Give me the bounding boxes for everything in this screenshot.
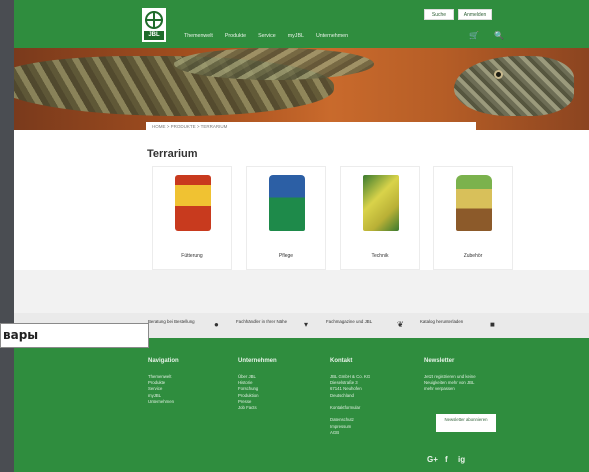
- service-item-catalog[interactable]: Katalog herunterladen: [420, 319, 480, 325]
- product-image-food-tin: [175, 175, 211, 231]
- product-image-care-bottle: [269, 175, 305, 231]
- chat-icon: ●: [214, 320, 219, 329]
- jbl-logo[interactable]: JBL: [142, 8, 166, 42]
- footer-link[interactable]: Unternehmen: [148, 399, 179, 405]
- util-search-button[interactable]: Suche: [424, 9, 454, 20]
- leaf-icon: ❦: [397, 320, 404, 329]
- overlay-label: вары: [0, 323, 149, 348]
- category-label: Pflege: [278, 253, 294, 259]
- footer-heading: Kontakt: [330, 358, 353, 364]
- site-header: JBL Suche Anmelden Themenwelt Produkte S…: [14, 0, 589, 48]
- category-card-accessories[interactable]: Zubehör: [433, 166, 513, 270]
- logo-emblem-icon: [145, 11, 163, 29]
- category-label: Technik: [371, 253, 389, 259]
- instagram-icon[interactable]: ig: [458, 455, 465, 464]
- hero-banner: [14, 48, 589, 130]
- browser-screen: JBL Suche Anmelden Themenwelt Produkte S…: [14, 0, 589, 472]
- newsletter-text: mehr verpassen: [424, 386, 455, 392]
- page-title: Terrarium: [147, 148, 198, 160]
- footer-heading: Newsletter: [424, 358, 455, 364]
- nav-item-myjbl[interactable]: myJBL: [288, 33, 304, 39]
- googleplus-icon[interactable]: G+: [427, 455, 438, 464]
- main-nav: Themenwelt Produkte Service myJBL Untern…: [184, 33, 348, 39]
- footer-col-contact: Kontakt JBL GmbH & Co. KG Dieselstraße 3…: [330, 358, 370, 436]
- footer-col-company: Unternehmen Über JBL Historie Forschung …: [238, 358, 277, 411]
- breadcrumb[interactable]: HOME > PRODUKTE > TERRARIUM: [146, 122, 476, 132]
- footer-link[interactable]: AGB: [330, 430, 370, 436]
- footer-col-newsletter: Newsletter Jetzt registrieren und keine …: [424, 358, 476, 393]
- nav-item-unternehmen[interactable]: Unternehmen: [316, 33, 348, 39]
- product-image-substrate-bag: [456, 175, 492, 231]
- content-spacer: [14, 270, 589, 313]
- search-icon[interactable]: 🔍: [494, 31, 504, 40]
- category-label: Zubehör: [463, 253, 483, 259]
- category-card-care[interactable]: Pflege: [246, 166, 326, 270]
- category-card-technology[interactable]: Technik: [340, 166, 420, 270]
- nav-item-service[interactable]: Service: [258, 33, 276, 39]
- footer-col-navigation: Navigation Themenwelt Produkte Service m…: [148, 358, 179, 405]
- footer-heading: Unternehmen: [238, 358, 277, 364]
- location-icon: ▾: [304, 320, 309, 329]
- facebook-icon[interactable]: f: [445, 455, 448, 464]
- category-label: Fütterung: [181, 253, 203, 259]
- hero-lizard-eye: [494, 70, 503, 79]
- product-image-tech-box: [363, 175, 399, 231]
- nav-item-themenwelt[interactable]: Themenwelt: [184, 33, 213, 39]
- cart-icon[interactable]: 🛒: [469, 31, 479, 40]
- service-item-magazine[interactable]: Fachmagazine und JBL: [326, 319, 386, 325]
- footer-link[interactable]: Job Facts: [238, 405, 277, 411]
- footer-heading: Navigation: [148, 358, 179, 364]
- util-login-button[interactable]: Anmelden: [458, 9, 492, 20]
- hero-lizard-head: [454, 56, 574, 116]
- hero-lizard-tail: [174, 48, 374, 80]
- logo-text: JBL: [144, 31, 164, 40]
- nav-item-produkte[interactable]: Produkte: [225, 33, 246, 39]
- category-card-feeding[interactable]: Fütterung: [152, 166, 232, 270]
- site-footer: Navigation Themenwelt Produkte Service m…: [14, 338, 589, 472]
- document-icon: ■: [490, 320, 495, 329]
- service-item-dealer[interactable]: Fachhändler in Ihrer Nähe: [236, 319, 296, 325]
- service-item-advice[interactable]: Beratung bei Bestellung: [148, 319, 208, 325]
- newsletter-button[interactable]: Newsletter abonnieren: [436, 414, 496, 432]
